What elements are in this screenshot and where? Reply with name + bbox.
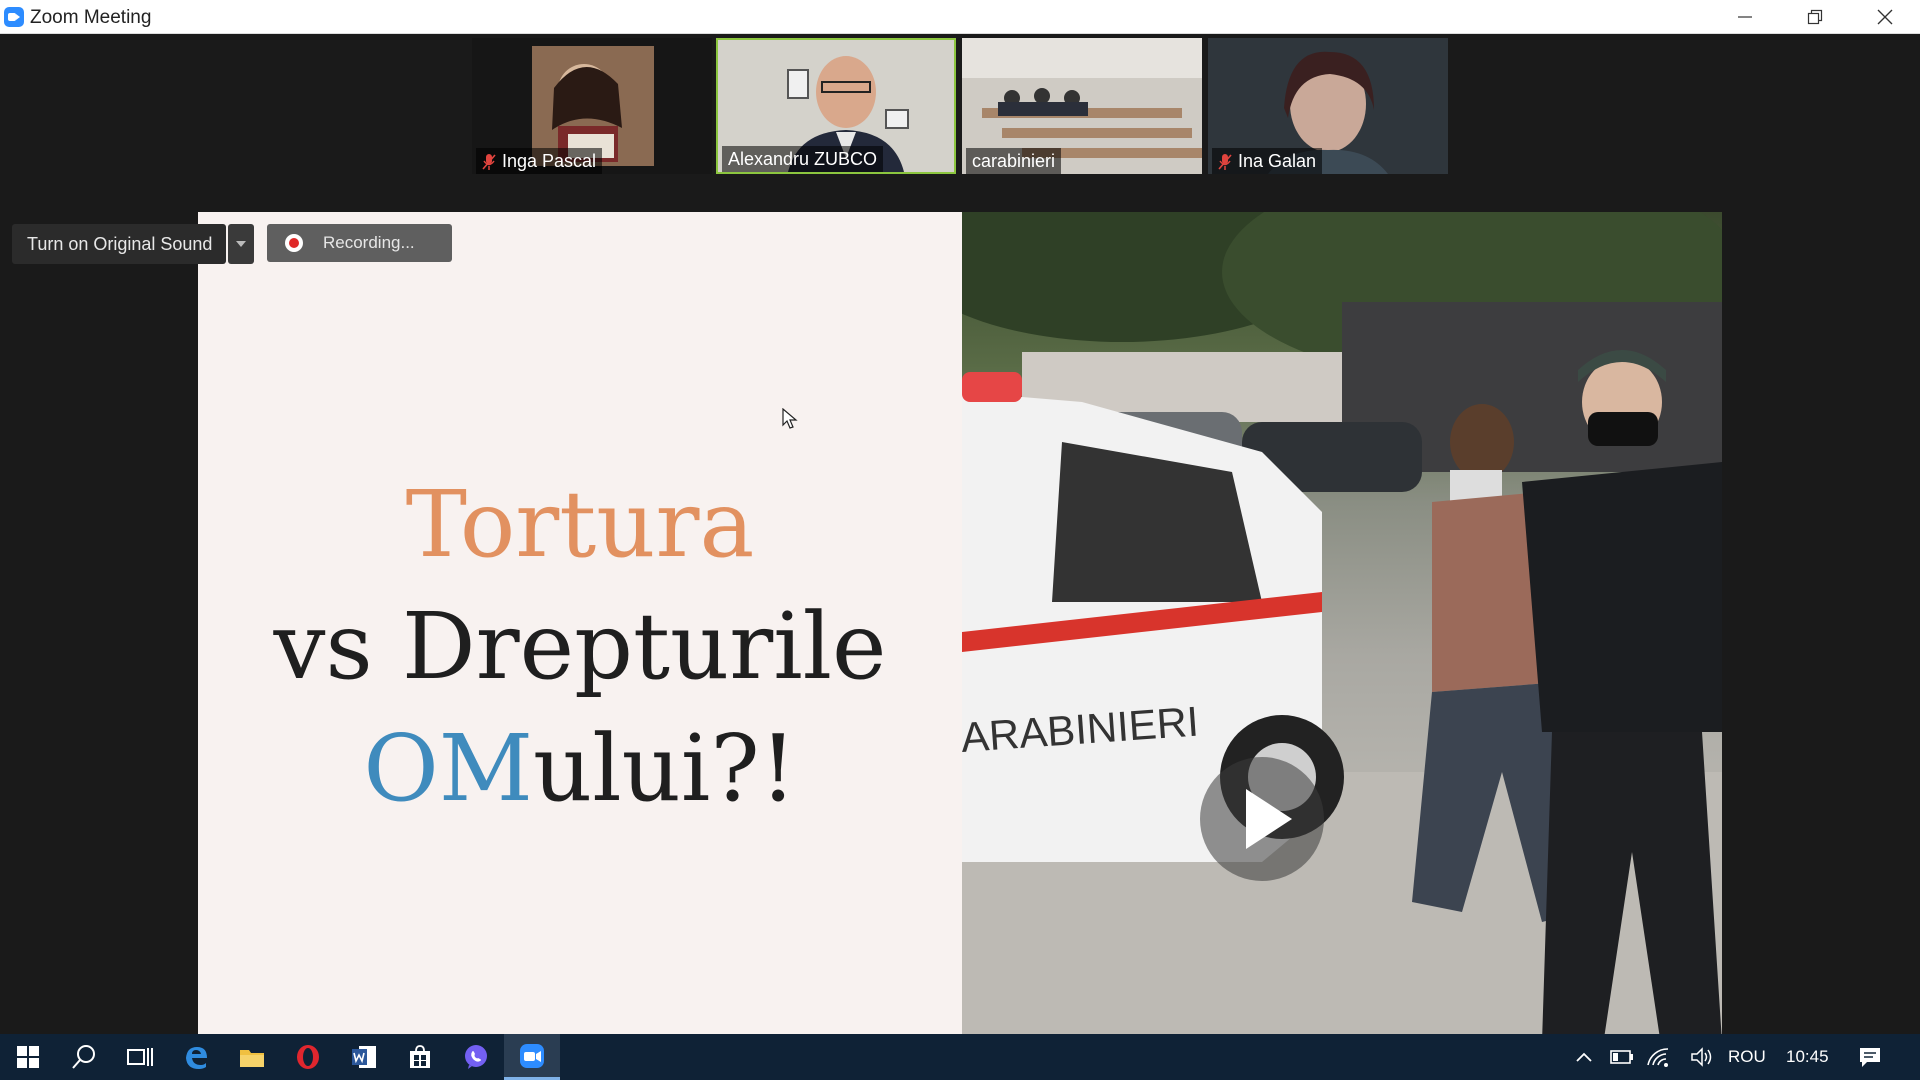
restore-icon bbox=[1807, 9, 1823, 25]
minimize-icon bbox=[1738, 16, 1752, 18]
video-still-image: ARABINIERI bbox=[962, 212, 1722, 1067]
mouse-cursor-icon bbox=[782, 408, 798, 429]
viber-icon bbox=[465, 1045, 487, 1069]
task-view-icon bbox=[127, 1048, 153, 1066]
original-sound-dropdown[interactable] bbox=[228, 224, 254, 264]
wifi-icon bbox=[1647, 1048, 1669, 1067]
notification-icon bbox=[1860, 1048, 1880, 1067]
speaker-icon bbox=[1691, 1047, 1712, 1067]
slide-text-rest: ului?! bbox=[532, 715, 797, 822]
show-hidden-icons-button[interactable] bbox=[1566, 1034, 1602, 1080]
participant-tile[interactable]: Inga Pascal bbox=[472, 38, 712, 174]
window-title: Zoom Meeting bbox=[30, 7, 152, 28]
participant-name-tag: Ina Galan bbox=[1212, 148, 1323, 174]
edge-browser-icon bbox=[186, 1047, 207, 1069]
action-center-button[interactable] bbox=[1842, 1034, 1898, 1080]
taskbar-app-file-explorer[interactable] bbox=[224, 1034, 280, 1080]
search-icon bbox=[72, 1045, 95, 1069]
slide-highlight-text: OM bbox=[363, 715, 533, 822]
folder-icon bbox=[240, 1050, 264, 1067]
recording-dot-icon bbox=[285, 234, 303, 252]
taskbar-app-viber[interactable] bbox=[448, 1034, 504, 1080]
participant-name: Inga Pascal bbox=[502, 151, 597, 171]
search-button[interactable] bbox=[56, 1034, 112, 1080]
slide-title-line-3: OMului?! bbox=[198, 708, 962, 830]
participant-tile[interactable]: carabinieri bbox=[962, 38, 1202, 174]
chevron-down-icon bbox=[236, 241, 246, 247]
windows-taskbar: ROU 10:45 bbox=[0, 1034, 1920, 1080]
restore-button[interactable] bbox=[1780, 0, 1850, 34]
slide-title-line-1: Tortura bbox=[405, 471, 755, 578]
participant-tile[interactable]: Ina Galan bbox=[1208, 38, 1448, 174]
zoom-app-icon bbox=[4, 7, 24, 27]
battery-status[interactable] bbox=[1604, 1034, 1640, 1080]
participant-name: Ina Galan bbox=[1238, 151, 1317, 171]
opera-icon bbox=[297, 1045, 319, 1069]
task-view-button[interactable] bbox=[112, 1034, 168, 1080]
minimize-button[interactable] bbox=[1710, 0, 1780, 34]
taskbar-app-word[interactable] bbox=[336, 1034, 392, 1080]
slide-title-line-2: vs Drepturile bbox=[273, 593, 887, 700]
volume-control[interactable] bbox=[1684, 1034, 1720, 1080]
store-bag-icon bbox=[410, 1045, 430, 1068]
battery-icon bbox=[1610, 1050, 1633, 1064]
close-button[interactable] bbox=[1850, 0, 1920, 34]
close-icon bbox=[1877, 9, 1893, 25]
taskbar-app-store[interactable] bbox=[392, 1034, 448, 1080]
participant-tile-active-speaker[interactable]: Alexandru ZUBCO bbox=[716, 38, 956, 174]
system-clock[interactable]: 10:45 bbox=[1786, 1034, 1829, 1080]
recording-indicator[interactable]: Recording... bbox=[267, 224, 452, 262]
shared-video-frame[interactable]: ARABINIERI bbox=[962, 212, 1722, 1067]
title-bar: Zoom Meeting bbox=[0, 0, 1920, 34]
participant-name-tag: Inga Pascal bbox=[476, 148, 603, 174]
word-icon bbox=[352, 1046, 376, 1068]
chevron-up-icon bbox=[1576, 1052, 1592, 1062]
participant-name: carabinieri bbox=[972, 151, 1056, 171]
network-status[interactable] bbox=[1640, 1034, 1676, 1080]
input-language-indicator[interactable]: ROU bbox=[1728, 1034, 1766, 1080]
taskbar-app-opera[interactable] bbox=[280, 1034, 336, 1080]
windows-logo-icon bbox=[17, 1046, 39, 1068]
video-play-button[interactable] bbox=[1200, 757, 1324, 881]
participant-name-tag: Alexandru ZUBCO bbox=[722, 146, 884, 172]
start-button[interactable] bbox=[0, 1034, 56, 1080]
zoom-icon bbox=[520, 1043, 544, 1068]
muted-mic-icon bbox=[482, 152, 496, 170]
muted-mic-icon bbox=[1218, 152, 1232, 170]
participant-name-tag: carabinieri bbox=[966, 148, 1062, 174]
participant-name: Alexandru ZUBCO bbox=[728, 149, 878, 169]
recording-label: Recording... bbox=[323, 233, 415, 252]
turn-on-original-sound-button[interactable]: Turn on Original Sound bbox=[12, 224, 226, 264]
taskbar-app-edge[interactable] bbox=[168, 1034, 224, 1080]
meeting-stage: Inga Pascal Alexandru ZUBCO carabinieri … bbox=[0, 34, 1920, 1067]
taskbar-app-zoom[interactable] bbox=[504, 1034, 560, 1080]
shared-screen-slide: Tortura vs Drepturile OMului?! bbox=[198, 212, 962, 1067]
